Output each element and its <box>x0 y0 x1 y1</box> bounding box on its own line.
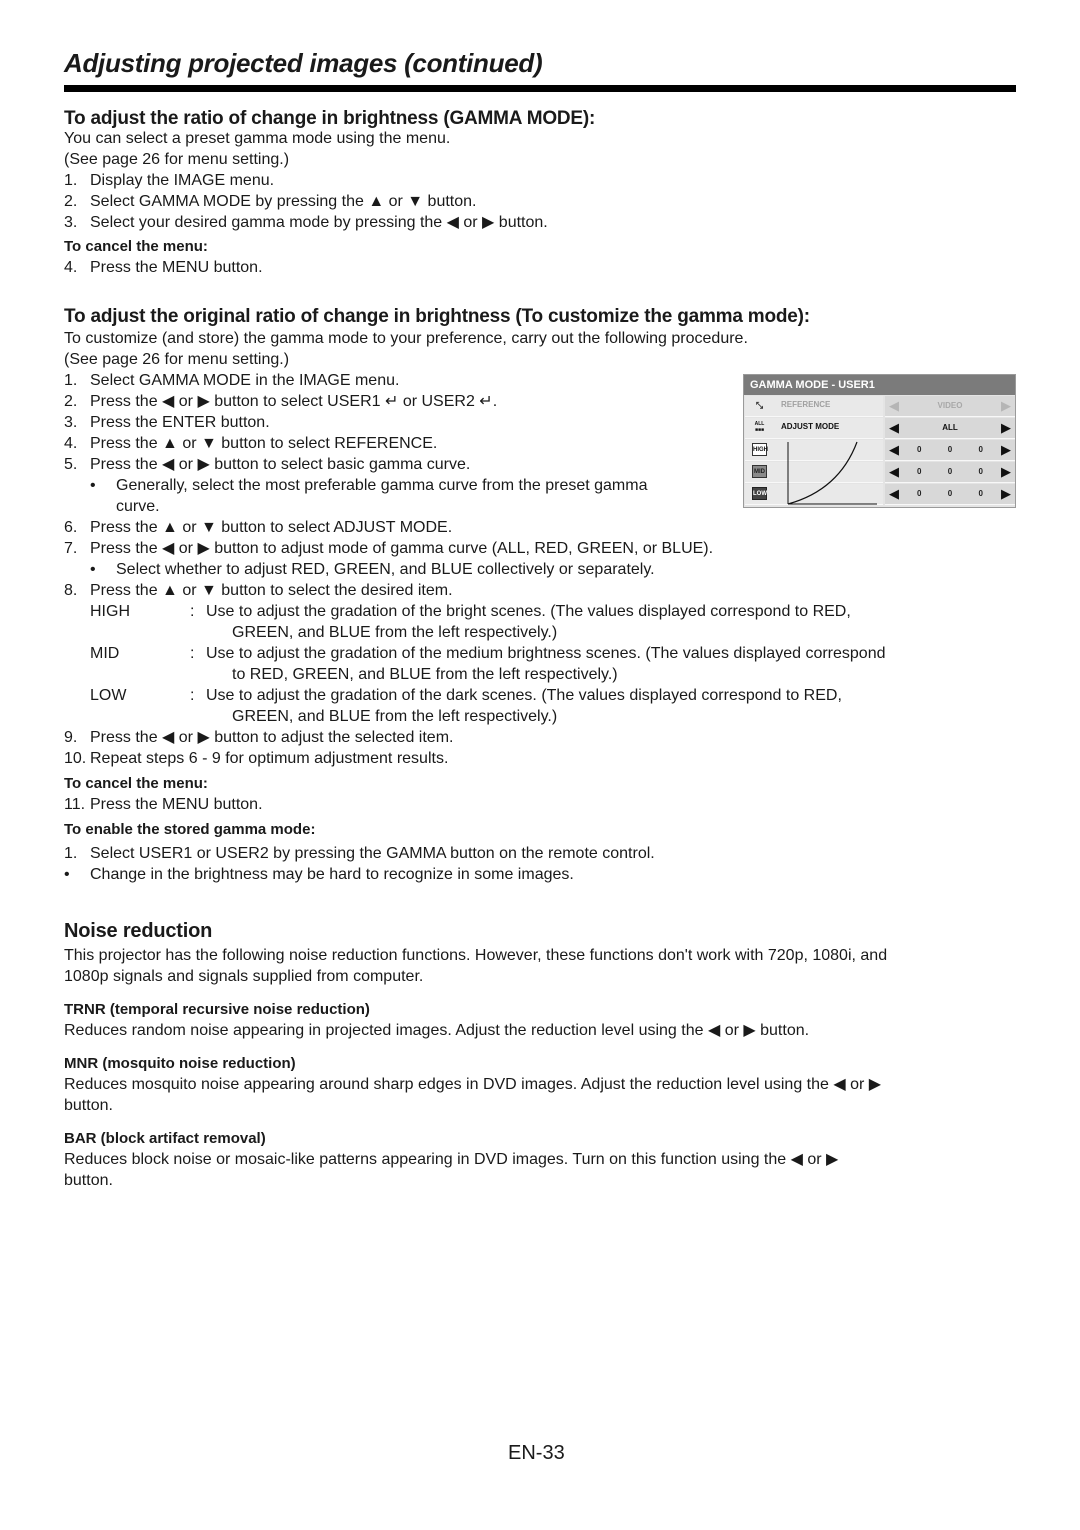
gamma-curve-graph <box>787 441 877 505</box>
osd-row-adjust-mode: ALL ■■■ ADJUST MODE ◀ ALL ▶ <box>745 418 1015 439</box>
bar-desc: Reduces block noise or mosaic-like patte… <box>64 1151 839 1168</box>
list-item: 2. Select GAMMA MODE by pressing the ▲ or… <box>64 193 477 210</box>
arrow-right-icon: ▶ <box>1001 464 1011 479</box>
cancel-heading: To cancel the menu: <box>64 238 208 255</box>
term-continuation: to RED, GREEN, and BLUE from the left re… <box>232 666 618 683</box>
list-item: 3. Select your desired gamma mode by pres… <box>64 214 548 231</box>
arrow-right-icon: ▶ <box>1001 442 1011 457</box>
list-item: 6. Press the ▲ or ▼ button to select ADJU… <box>64 519 453 536</box>
arrow-left-icon: ◀ <box>889 420 899 435</box>
list-item: 11. Press the MENU button. <box>64 796 263 813</box>
gamma-see-page: (See page 26 for menu setting.) <box>64 151 290 168</box>
list-item: 4. Press the MENU button. <box>64 259 263 276</box>
trnr-title: TRNR (temporal recursive noise reduction… <box>64 1001 370 1018</box>
osd-row-reference: ⤡ REFERENCE ◀ VIDEO ▶ <box>745 396 1015 417</box>
bullet-item: • Select whether to adjust RED, GREEN, an… <box>90 561 655 578</box>
adjust-mode-icon: ALL ■■■ <box>754 421 765 433</box>
list-item: 1. Select USER1 or USER2 by pressing the … <box>64 845 655 862</box>
mnr-desc: Reduces mosquito noise appearing around … <box>64 1076 882 1093</box>
noise-section: Noise reduction This projector has the f… <box>64 920 887 1191</box>
term-item-low: LOW: Use to adjust the gradation of the d… <box>90 687 842 704</box>
mnr-title: MNR (mosquito noise reduction) <box>64 1055 296 1072</box>
noise-intro-2: 1080p signals and signals supplied from … <box>64 968 424 985</box>
term-continuation: GREEN, and BLUE from the left respective… <box>232 624 558 641</box>
gamma-mode-body: You can select a preset gamma mode using… <box>64 128 548 278</box>
noise-heading: Noise reduction <box>64 920 213 942</box>
bullet-item: • Change in the brightness may be hard to… <box>64 866 574 883</box>
list-item: 10. Repeat steps 6 - 9 for optimum adjust… <box>64 750 449 767</box>
enable-heading: To enable the stored gamma mode: <box>64 821 316 838</box>
bar-title: BAR (block artifact removal) <box>64 1130 266 1147</box>
arrow-right-icon: ▶ <box>1001 420 1011 435</box>
noise-intro: This projector has the following noise r… <box>64 947 888 964</box>
term-item-mid: MID: Use to adjust the gradation of the m… <box>90 645 886 662</box>
osd-title: GAMMA MODE - USER1 <box>744 375 1015 395</box>
gamma-mode-heading: To adjust the ratio of change in brightn… <box>64 108 596 129</box>
high-icon: HIGH <box>752 443 768 456</box>
page-title: Adjusting projected images (continued) <box>64 48 543 78</box>
gamma-curve-line <box>787 441 858 505</box>
customize-see-page: (See page 26 for menu setting.) <box>64 351 290 368</box>
customize-heading: To adjust the original ratio of change i… <box>64 306 810 327</box>
arrow-left-icon: ◀ <box>889 486 899 501</box>
arrow-left-icon: ◀ <box>889 464 899 479</box>
customize-intro: To customize (and store) the gamma mode … <box>64 330 748 347</box>
list-item: 9. Press the ◀ or ▶ button to adjust the … <box>64 729 454 746</box>
reference-icon: ⤡ <box>755 400 764 410</box>
trnr-desc: Reduces random noise appearing in projec… <box>64 1022 810 1039</box>
arrow-right-icon: ▶ <box>1001 486 1011 501</box>
list-item: 1. Display the IMAGE menu. <box>64 172 275 189</box>
mid-icon: MID <box>752 465 767 478</box>
arrow-left-icon: ◀ <box>889 398 899 413</box>
term-item-high: HIGH: Use to adjust the gradation of the … <box>90 603 851 620</box>
gamma-intro: You can select a preset gamma mode using… <box>64 130 451 147</box>
list-item: 8. Press the ▲ or ▼ button to select the … <box>64 582 453 599</box>
list-item: 7. Press the ◀ or ▶ button to adjust mode… <box>64 540 714 557</box>
mnr-desc-2: button. <box>64 1097 113 1114</box>
arrow-right-icon: ▶ <box>1001 398 1011 413</box>
term-continuation: GREEN, and BLUE from the left respective… <box>232 708 558 725</box>
arrow-left-icon: ◀ <box>889 442 899 457</box>
cancel-heading: To cancel the menu: <box>64 775 208 792</box>
page-number: EN-33 <box>508 1442 565 1464</box>
bar-desc-2: button. <box>64 1172 113 1189</box>
title-rule <box>64 85 1016 92</box>
low-icon: LOW <box>752 487 767 500</box>
